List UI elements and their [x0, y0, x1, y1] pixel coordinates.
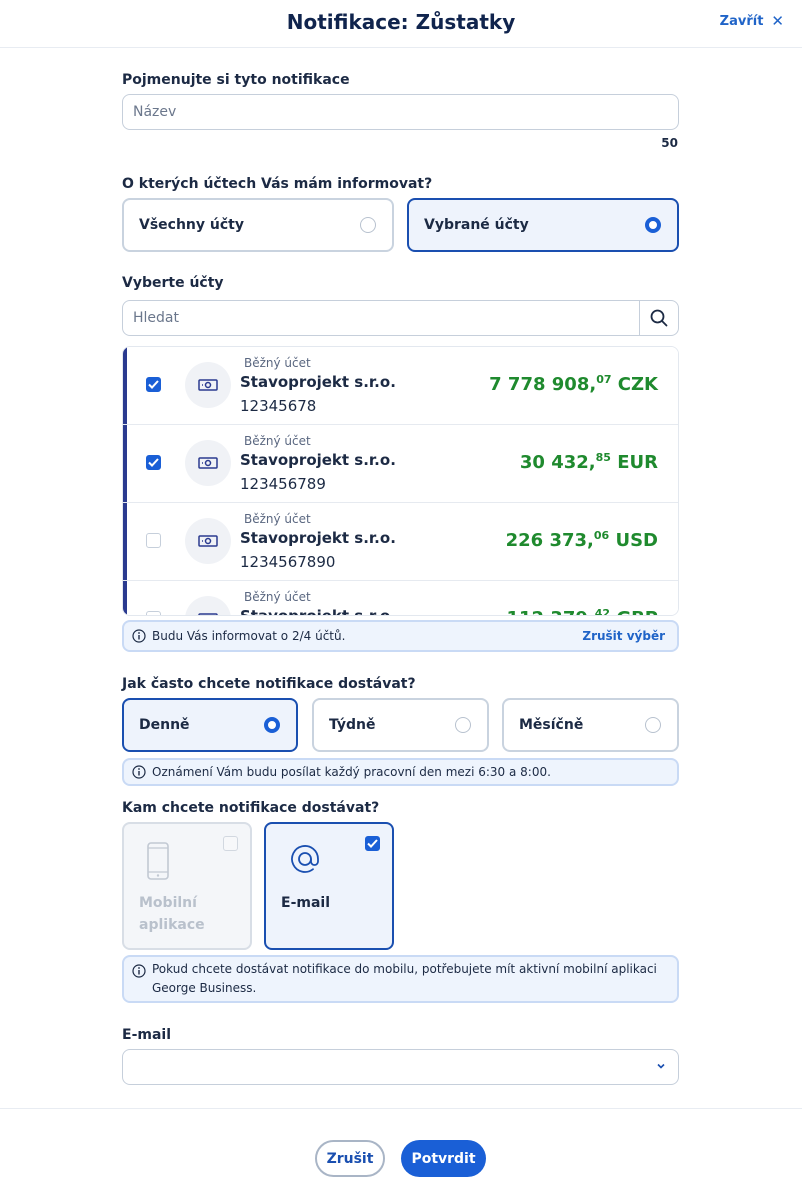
radio-weekly-label: Týdně — [329, 717, 376, 733]
account-name: Stavoprojekt s.r.o. — [240, 451, 396, 469]
clear-selection-link[interactable]: Zrušit výběr — [582, 629, 665, 643]
selected-indicator — [123, 425, 127, 502]
account-balance: 226 373,06 USD — [505, 529, 658, 551]
chevron-down-icon — [657, 1063, 665, 1069]
account-avatar — [185, 518, 231, 564]
dialog-title: Notifikace: Zůstatky — [286, 10, 516, 34]
search-button[interactable] — [639, 301, 678, 335]
radio-daily[interactable]: Denně — [122, 698, 298, 752]
radio-indicator — [455, 717, 471, 733]
name-char-counter: 50 — [661, 136, 678, 150]
channel-info-text: Pokud chcete dostávat notifikace do mobi… — [152, 962, 657, 995]
account-avatar — [185, 596, 231, 615]
channel-mobile-label: Mobilní aplikace — [139, 895, 205, 933]
channel-checkbox[interactable] — [365, 836, 380, 851]
channel-email-label: E-mail — [281, 895, 331, 911]
radio-all-accounts-label: Všechny účty — [139, 217, 244, 233]
close-icon: ✕ — [771, 12, 784, 30]
account-type: Běžný účet — [244, 590, 311, 604]
banknote-icon — [198, 379, 218, 391]
account-number: 1234567890 — [240, 553, 336, 571]
close-button[interactable]: Zavřít ✕ — [720, 12, 784, 30]
account-name: Stavoprojekt s.r.o. — [240, 607, 396, 616]
radio-daily-label: Denně — [139, 717, 190, 733]
search-icon — [650, 309, 668, 327]
channel-checkbox[interactable] — [223, 836, 238, 851]
radio-indicator — [645, 717, 661, 733]
account-row[interactable]: Běžný účet Stavoprojekt s.r.o. 123456789… — [123, 503, 678, 581]
name-input[interactable] — [122, 94, 679, 130]
account-checkbox[interactable] — [146, 377, 161, 392]
radio-indicator — [645, 217, 661, 233]
account-type: Běžný účet — [244, 356, 311, 370]
smartphone-icon — [147, 842, 169, 880]
account-name: Stavoprojekt s.r.o. — [240, 529, 396, 547]
account-number: 12345678 — [240, 397, 317, 415]
row-accent-bar — [123, 581, 127, 615]
email-label: E-mail — [122, 1027, 172, 1043]
row-accent-bar — [123, 503, 127, 580]
selected-indicator — [123, 347, 127, 424]
frequency-info-text: Oznámení Vám budu posílat každý pracovní… — [152, 765, 551, 779]
radio-weekly[interactable]: Týdně — [312, 698, 489, 752]
frequency-label: Jak často chcete notifikace dostávat? — [122, 676, 416, 692]
channel-email[interactable]: E-mail — [264, 822, 394, 950]
email-select[interactable] — [122, 1049, 679, 1085]
radio-all-accounts[interactable]: Všechny účty — [122, 198, 394, 252]
close-label: Zavřít — [719, 13, 764, 29]
account-row[interactable]: Běžný účet Stavoprojekt s.r.o. 12345678 … — [123, 347, 678, 425]
radio-monthly[interactable]: Měsíčně — [502, 698, 679, 752]
account-search-input[interactable] — [123, 301, 640, 335]
account-select-label: Vyberte účty — [122, 275, 224, 291]
account-type: Běžný účet — [244, 512, 311, 526]
radio-monthly-label: Měsíčně — [519, 717, 584, 733]
info-icon — [132, 629, 146, 643]
check-icon — [148, 458, 159, 467]
account-row[interactable]: Běžný účet Stavoprojekt s.r.o. 112 379,4… — [123, 581, 678, 616]
at-sign-icon — [291, 845, 319, 873]
account-number: 123456789 — [240, 475, 326, 493]
account-checkbox[interactable] — [146, 611, 161, 615]
account-type: Běžný účet — [244, 434, 311, 448]
account-list[interactable]: Běžný účet Stavoprojekt s.r.o. 12345678 … — [122, 346, 679, 616]
accounts-info-text: Budu Vás informovat o 2/4 účtů. — [152, 629, 346, 643]
name-label: Pojmenujte si tyto notifikace — [122, 72, 350, 88]
radio-indicator — [360, 217, 376, 233]
accounts-scope-label: O kterých účtech Vás mám informovat? — [122, 176, 433, 192]
account-checkbox[interactable] — [146, 455, 161, 470]
cancel-button[interactable]: Zrušit — [315, 1140, 385, 1177]
banknote-icon — [198, 535, 218, 547]
channel-info-box: Pokud chcete dostávat notifikace do mobi… — [122, 955, 679, 1003]
frequency-info-box: Oznámení Vám budu posílat každý pracovní… — [122, 758, 679, 786]
account-avatar — [185, 362, 231, 408]
account-search — [122, 300, 679, 336]
account-balance: 112 379,42 GBP — [506, 607, 658, 616]
info-icon — [132, 765, 146, 779]
channel-label: Kam chcete notifikace dostávat? — [122, 800, 380, 816]
check-icon — [148, 380, 159, 389]
check-icon — [367, 839, 378, 848]
channel-mobile-app[interactable]: Mobilní aplikace — [122, 822, 252, 950]
account-balance: 30 432,85 EUR — [519, 451, 658, 473]
account-avatar — [185, 440, 231, 486]
banknote-icon — [198, 613, 218, 615]
account-row[interactable]: Běžný účet Stavoprojekt s.r.o. 123456789… — [123, 425, 678, 503]
accounts-info-box: Budu Vás informovat o 2/4 účtů. Zrušit v… — [122, 620, 679, 652]
account-balance: 7 778 908,07 CZK — [489, 373, 658, 395]
account-checkbox[interactable] — [146, 533, 161, 548]
radio-selected-accounts-label: Vybrané účty — [424, 217, 529, 233]
dialog-header: Notifikace: Zůstatky Zavřít ✕ — [0, 0, 802, 48]
confirm-button[interactable]: Potvrdit — [401, 1140, 486, 1177]
radio-indicator — [264, 717, 280, 733]
banknote-icon — [198, 457, 218, 469]
info-icon — [132, 964, 146, 978]
radio-selected-accounts[interactable]: Vybrané účty — [407, 198, 679, 252]
account-name: Stavoprojekt s.r.o. — [240, 373, 396, 391]
